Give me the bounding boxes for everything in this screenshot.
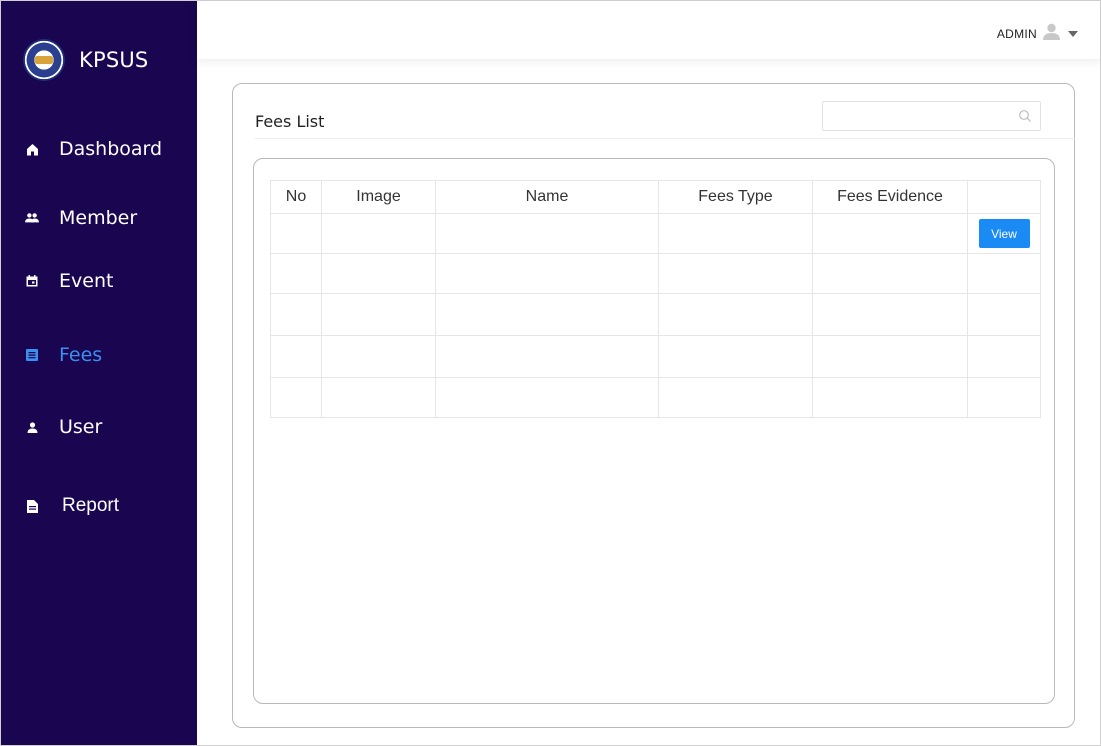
caret-down-icon[interactable] — [1068, 31, 1078, 37]
sidebar-item-label: Fees — [59, 344, 103, 366]
sidebar-item-event[interactable]: Event — [1, 261, 197, 301]
table-cell — [270, 213, 322, 254]
search-box[interactable] — [822, 101, 1041, 131]
sidebar-item-label: Report — [62, 495, 120, 516]
column-header-fees-evidence: Fees Evidence — [812, 180, 968, 214]
page-title: Fees List — [255, 112, 325, 131]
table-cell — [435, 335, 659, 378]
table-cell — [270, 377, 322, 418]
sidebar-item-fees[interactable]: Fees — [1, 335, 197, 375]
table-cell — [967, 335, 1041, 378]
sidebar: KPSUS Dashboard Member Event Fees User R… — [1, 1, 197, 745]
table-cell — [321, 213, 436, 254]
table-cell — [435, 377, 659, 418]
table-cell — [270, 293, 322, 336]
sidebar-item-label: Dashboard — [59, 138, 163, 160]
search-input[interactable] — [823, 102, 1013, 130]
divider — [255, 138, 1075, 139]
table-cell — [435, 213, 659, 254]
table-cell — [321, 253, 436, 294]
table-cell — [812, 335, 968, 378]
table-row — [270, 293, 1041, 336]
table-cell — [967, 377, 1041, 418]
brand-name: KPSUS — [79, 48, 149, 72]
sidebar-item-label: User — [59, 416, 103, 438]
table-cell-action: View — [967, 213, 1041, 254]
user-menu[interactable]: ADMIN — [997, 23, 1078, 45]
table-cell — [321, 377, 436, 418]
home-icon — [25, 142, 39, 156]
search-icon[interactable] — [1018, 109, 1032, 128]
table-row: View — [270, 213, 1041, 254]
table-header-row: No Image Name Fees Type Fees Evidence — [270, 180, 1041, 214]
column-header-fees-type: Fees Type — [658, 180, 813, 214]
table-cell — [967, 253, 1041, 294]
table-cell — [270, 335, 322, 378]
sidebar-item-user[interactable]: User — [1, 407, 197, 447]
table-cell — [658, 335, 813, 378]
table-row — [270, 335, 1041, 378]
list-icon — [25, 348, 39, 362]
person-icon — [25, 420, 39, 434]
column-header-image: Image — [321, 180, 436, 214]
table-container: No Image Name Fees Type Fees Evidence Vi… — [253, 158, 1055, 704]
table-cell — [812, 213, 968, 254]
table-cell — [812, 253, 968, 294]
table-cell — [967, 293, 1041, 336]
table-cell — [435, 253, 659, 294]
table-row — [270, 253, 1041, 294]
group-icon — [25, 211, 39, 225]
view-button[interactable]: View — [978, 219, 1030, 248]
table-cell — [435, 293, 659, 336]
fees-table: No Image Name Fees Type Fees Evidence Vi… — [270, 180, 1041, 418]
user-name: ADMIN — [996, 27, 1037, 41]
top-header: ADMIN — [197, 1, 1100, 59]
sidebar-item-label: Event — [59, 270, 114, 292]
sidebar-item-member[interactable]: Member — [1, 198, 197, 238]
table-cell — [658, 293, 813, 336]
file-icon — [25, 499, 39, 513]
brand[interactable]: KPSUS — [23, 37, 148, 83]
table-cell — [321, 293, 436, 336]
user-avatar-icon — [1043, 23, 1060, 45]
sidebar-item-report[interactable]: Report — [1, 486, 197, 526]
table-row — [270, 377, 1041, 418]
calendar-icon — [25, 274, 39, 288]
table-cell — [658, 213, 813, 254]
fees-list-card: Fees List No Image Name Fees Type Fees E… — [232, 83, 1075, 728]
column-header-name: Name — [435, 180, 659, 214]
kpsus-logo — [23, 39, 65, 81]
sidebar-item-dashboard[interactable]: Dashboard — [1, 129, 197, 169]
column-header-no: No — [270, 180, 322, 214]
table-cell — [658, 253, 813, 294]
table-cell — [658, 377, 813, 418]
table-cell — [812, 377, 968, 418]
table-cell — [812, 293, 968, 336]
table-cell — [270, 253, 322, 294]
column-header-action — [967, 180, 1041, 214]
table-cell — [321, 335, 436, 378]
sidebar-item-label: Member — [59, 207, 138, 229]
